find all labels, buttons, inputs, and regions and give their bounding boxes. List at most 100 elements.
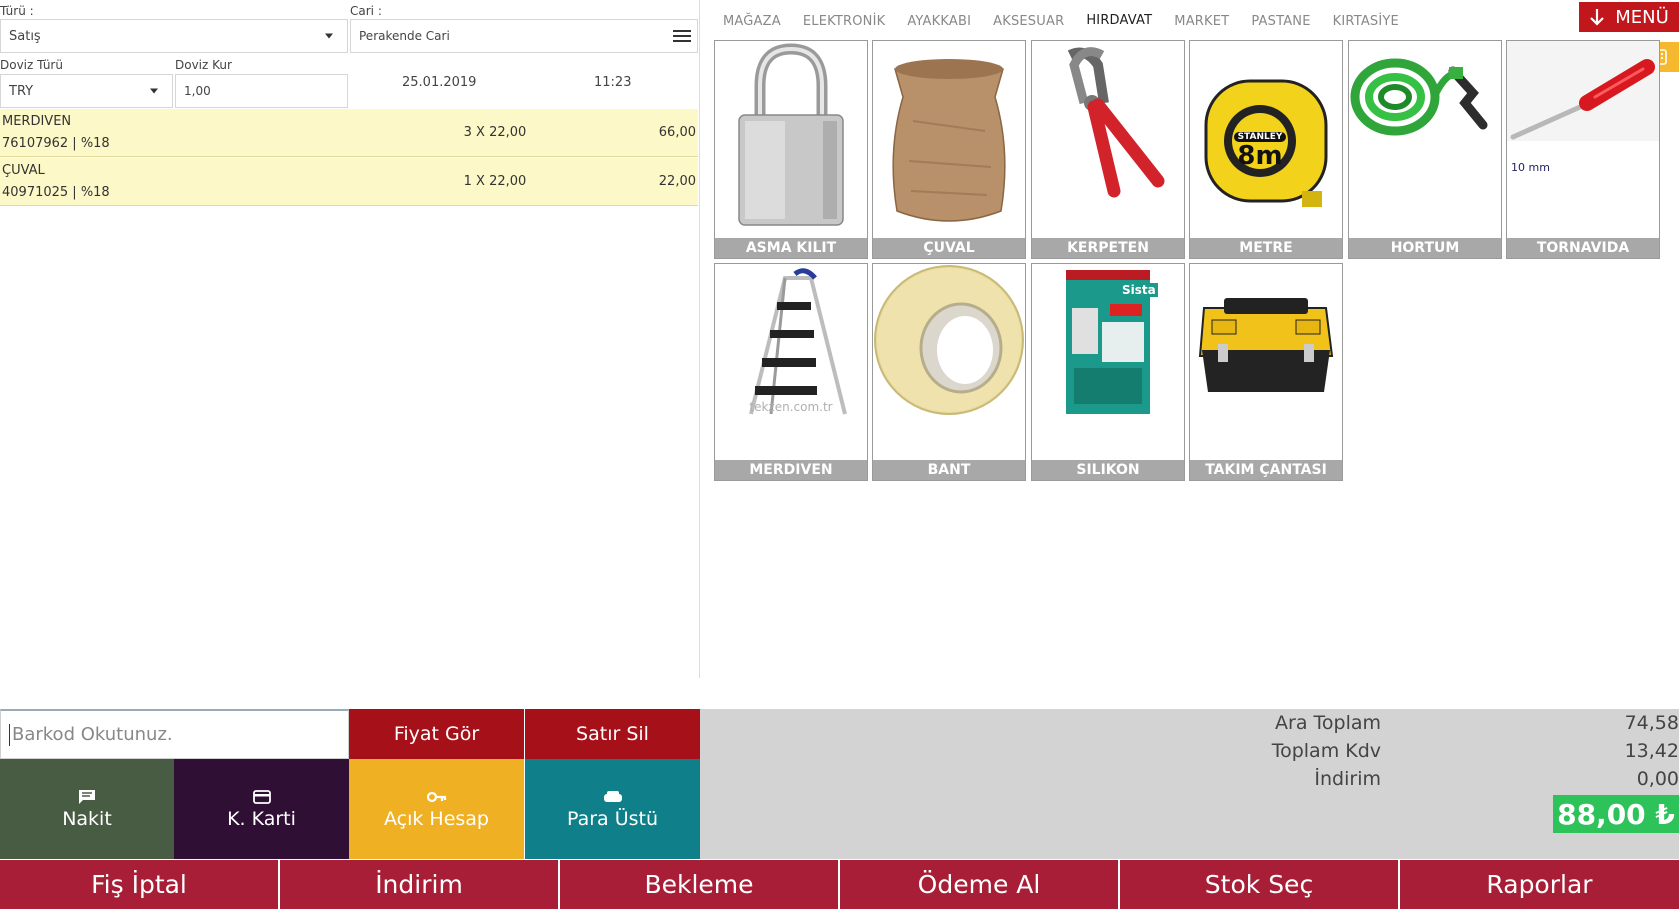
sale-time: 11:23: [594, 75, 632, 90]
product-tile[interactable]: 10 mm TORNAVIDA: [1506, 40, 1660, 259]
tab-kirtasiye[interactable]: KIRTASİYE: [1322, 0, 1410, 42]
product-name: MERDIVEN: [715, 460, 867, 480]
tab-hirdavat[interactable]: HIRDAVAT: [1075, 0, 1164, 42]
chevron-down-icon: [325, 33, 333, 39]
chevron-down-icon: [150, 88, 158, 94]
hold-button[interactable]: Bekleme: [560, 860, 838, 909]
card-button[interactable]: K. Karti: [174, 759, 349, 859]
product-name: BANT: [873, 460, 1025, 480]
garden-hose-icon: [1350, 58, 1488, 136]
delete-line-button[interactable]: Satır Sil: [525, 709, 700, 759]
padlock-icon: [738, 43, 844, 226]
type-select[interactable]: Satış: [0, 19, 348, 53]
table-row[interactable]: ÇUVAL 40971025 | %18 1 X 22,00 22,00: [0, 158, 698, 206]
sack-icon: [892, 59, 1006, 222]
line-qty: 3 X 22,00: [463, 125, 527, 140]
totals-panel: Ara Toplam 74,58 Toplam Kdv 13,42 İndiri…: [700, 709, 1679, 859]
product-tile[interactable]: Sista SILIKON: [1031, 263, 1185, 481]
tax-label: Toplam Kdv: [1271, 740, 1381, 762]
subtotal-value: 74,58: [1624, 712, 1679, 734]
menu-label: MENÜ: [1615, 6, 1669, 28]
rate-value: 1,00: [184, 84, 211, 98]
change-label: Para Üstü: [566, 808, 659, 830]
tape-roll-icon: [874, 265, 1024, 415]
product-tile[interactable]: KERPETEN: [1031, 40, 1185, 259]
silicone-tube-icon: [1066, 270, 1150, 414]
list-icon[interactable]: [673, 30, 691, 42]
product-tile[interactable]: tekzen.com.tr MERDIVEN: [714, 263, 868, 481]
barcode-placeholder: Barkod Okutunuz.: [12, 724, 173, 745]
screwdriver-size: 10 mm: [1511, 161, 1550, 174]
pliers-icon: [1067, 47, 1165, 198]
open-account-button[interactable]: Açık Hesap: [349, 759, 524, 859]
discount-value: 0,00: [1636, 768, 1679, 790]
product-tile[interactable]: STANLEY 8m METRE: [1189, 40, 1343, 259]
price-check-label: Fiyat Gör: [393, 723, 480, 745]
product-name: SILIKON: [1032, 460, 1184, 480]
product-name: ASMA KILIT: [715, 238, 867, 258]
currency-select[interactable]: TRY: [0, 74, 173, 108]
category-tabs: MAĞAZA ELEKTRONİK AYAKKABI AKSESUAR HIRD…: [712, 0, 1410, 44]
change-button[interactable]: Para Üstü: [525, 759, 700, 859]
key-icon: [426, 788, 447, 806]
price-check-button[interactable]: Fiyat Gör: [349, 709, 524, 759]
tab-market[interactable]: MARKET: [1163, 0, 1240, 42]
product-name: TAKIM ÇANTASI: [1190, 460, 1342, 480]
cash-button[interactable]: Nakit: [0, 759, 174, 859]
discount-button[interactable]: İndirim: [280, 860, 558, 909]
account-field[interactable]: Perakende Cari: [350, 19, 698, 53]
product-name: HORTUM: [1349, 238, 1501, 258]
product-tile[interactable]: ÇUVAL: [872, 40, 1026, 259]
ladder-icon: [749, 268, 847, 415]
currency-value: TRY: [9, 83, 34, 99]
tab-magaza[interactable]: MAĞAZA: [712, 0, 792, 42]
barcode-input[interactable]: Barkod Okutunuz.: [0, 709, 349, 759]
tab-pastane[interactable]: PASTANE: [1240, 0, 1321, 42]
product-name: TORNAVIDA: [1507, 238, 1659, 258]
take-payment-button[interactable]: Ödeme Al: [840, 860, 1118, 909]
screwdriver-icon: [1507, 41, 1659, 141]
delete-line-label: Satır Sil: [576, 723, 649, 745]
watermark-text: tekzen.com.tr: [749, 400, 833, 414]
product-tile[interactable]: HORTUM: [1348, 40, 1502, 259]
account-value: Perakende Cari: [359, 29, 450, 43]
product-name: KERPETEN: [1032, 238, 1184, 258]
cash-label: Nakit: [62, 808, 112, 830]
arrow-down-icon: [1590, 9, 1604, 26]
line-name: MERDIVEN: [2, 114, 72, 129]
tab-elektronik[interactable]: ELEKTRONİK: [792, 0, 896, 42]
rate-label: Doviz Kur: [175, 58, 232, 72]
toolbox-icon: [1198, 298, 1334, 392]
product-name: ÇUVAL: [873, 238, 1025, 258]
brand-label: Sista: [1120, 283, 1158, 297]
message-icon: [78, 788, 96, 806]
tab-ayakkabi[interactable]: AYAKKABI: [896, 0, 982, 42]
credit-card-icon: [252, 788, 271, 806]
subtotal-label: Ara Toplam: [1275, 712, 1381, 734]
card-label: K. Karti: [227, 808, 296, 830]
select-stock-button[interactable]: Stok Seç: [1120, 860, 1398, 909]
tax-value: 13,42: [1624, 740, 1679, 762]
currency-label: Doviz Türü: [0, 58, 63, 72]
type-value: Satış: [9, 28, 41, 44]
grand-total: 88,00 ₺: [1553, 795, 1679, 833]
product-tile[interactable]: BANT: [872, 263, 1026, 481]
table-row[interactable]: MERDIVEN 76107962 | %18 3 X 22,00 66,00: [0, 109, 698, 157]
reports-button[interactable]: Raporlar: [1400, 860, 1679, 909]
menu-button[interactable]: MENÜ: [1579, 2, 1679, 32]
account-label: Cari :: [350, 4, 382, 18]
line-total: 66,00: [658, 125, 696, 140]
discount-label: İndirim: [1314, 768, 1381, 790]
product-tile[interactable]: ASMA KILIT: [714, 40, 868, 259]
product-tile[interactable]: TAKIM ÇANTASI: [1189, 263, 1343, 481]
line-code: 40971025 | %18: [2, 185, 110, 200]
cancel-receipt-button[interactable]: Fiş İptal: [0, 860, 278, 909]
rate-input[interactable]: 1,00: [175, 74, 348, 108]
type-label: Türü :: [0, 4, 34, 18]
tab-aksesuar[interactable]: AKSESUAR: [982, 0, 1075, 42]
product-name: METRE: [1190, 238, 1342, 258]
sale-date: 25.01.2019: [402, 75, 477, 90]
line-total: 22,00: [658, 174, 696, 189]
tape-length: 8m: [1237, 141, 1283, 171]
open-account-label: Açık Hesap: [383, 808, 489, 830]
